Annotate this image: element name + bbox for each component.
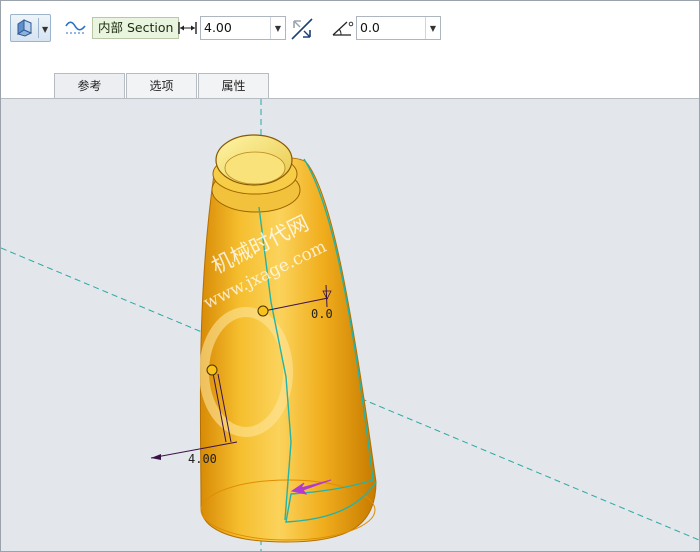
window-frame: ▼ 内部 Section 4.00 ▼ 0.0 ▼ 参考 选项 属性 0.0 4… (0, 0, 700, 552)
angle-value-field[interactable]: 0.0 (360, 17, 380, 39)
dashboard-tabs: 参考 选项 属性 (54, 73, 270, 98)
section-type-label[interactable]: 内部 Section (92, 17, 180, 39)
angle-icon (331, 18, 355, 38)
chevron-down-icon[interactable]: ▼ (42, 25, 48, 34)
mouth-inner (224, 151, 286, 185)
tab-options[interactable]: 选项 (126, 73, 197, 98)
feature-dashboard: ▼ 内部 Section 4.00 ▼ 0.0 ▼ 参考 选项 属性 (1, 1, 699, 98)
chevron-down-icon[interactable]: ▼ (425, 17, 440, 39)
flip-direction-icon[interactable] (289, 16, 315, 42)
offset-dimension-icon (177, 19, 199, 37)
model-canvas[interactable]: 0.0 4.00 机械时代网 www.jxage.com (1, 99, 699, 552)
section-type-split-button[interactable]: ▼ (10, 14, 51, 42)
chevron-down-icon[interactable]: ▼ (270, 17, 285, 39)
angle-value-combo[interactable]: 0.0 ▼ (356, 16, 441, 40)
tab-properties[interactable]: 属性 (198, 73, 269, 98)
graphics-area[interactable]: 0.0 4.00 机械时代网 www.jxage.com (1, 98, 699, 552)
offset-dimension-label[interactable]: 4.00 (188, 452, 217, 466)
offset-value-combo[interactable]: 4.00 ▼ (200, 16, 286, 40)
offset-drag-handle[interactable] (206, 364, 218, 376)
angle-dimension-label[interactable]: 0.0 (311, 307, 333, 321)
offset-dimension-arrow (151, 454, 161, 460)
offset-value-field[interactable]: 4.00 (204, 17, 232, 39)
tab-references[interactable]: 参考 (54, 73, 125, 98)
section-type-icon (16, 19, 33, 37)
angle-drag-handle[interactable] (257, 305, 269, 317)
wave-section-icon[interactable] (65, 18, 87, 38)
